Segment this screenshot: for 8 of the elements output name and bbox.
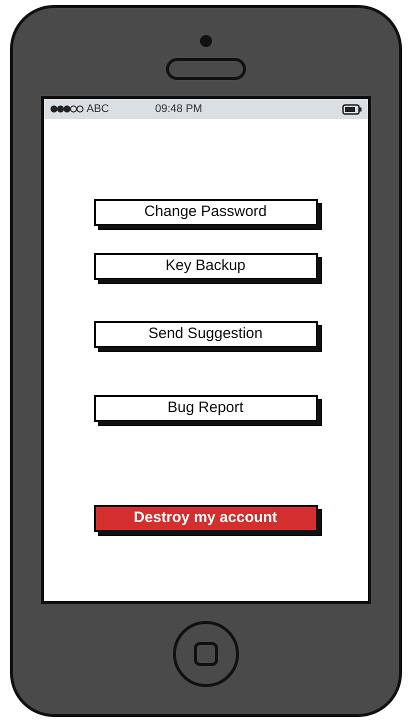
- battery-icon: [342, 104, 362, 114]
- speaker-icon: [166, 58, 246, 80]
- square-icon: [194, 642, 218, 666]
- home-button[interactable]: [172, 621, 238, 687]
- camera-icon: [200, 35, 212, 47]
- status-time: 09:48 PM: [155, 102, 202, 117]
- carrier-name: ABC: [86, 102, 110, 117]
- signal-icon: [50, 105, 84, 113]
